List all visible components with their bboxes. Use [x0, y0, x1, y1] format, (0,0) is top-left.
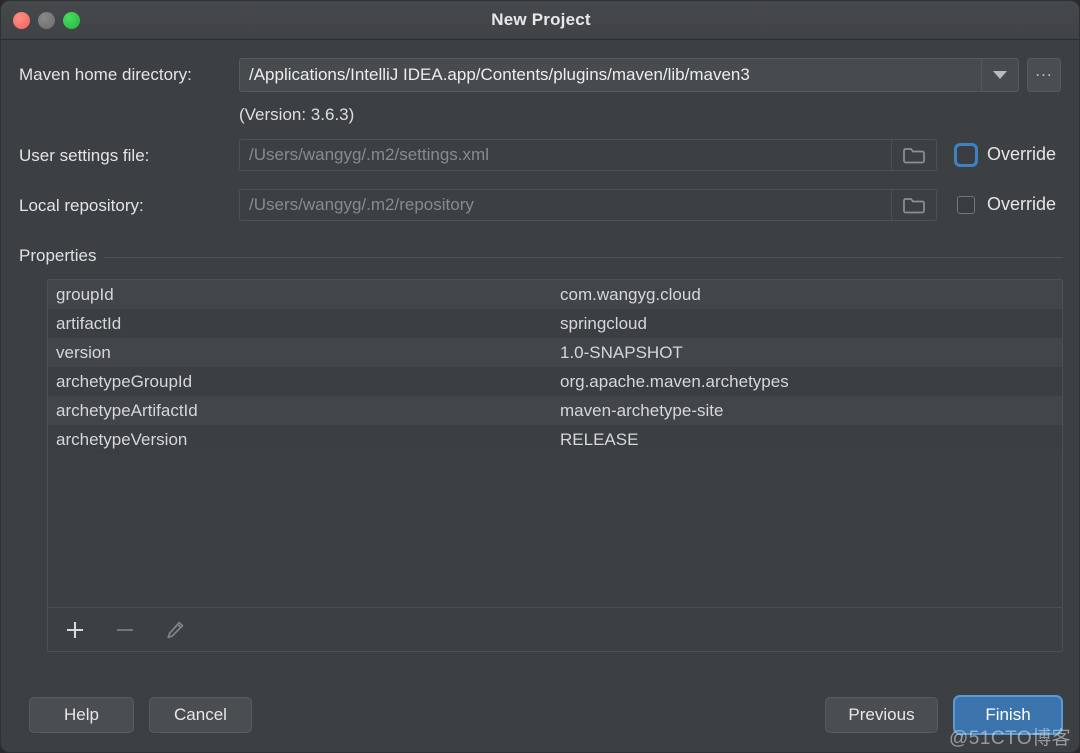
- plus-icon: [66, 621, 84, 638]
- previous-button[interactable]: Previous: [825, 697, 938, 733]
- local-repository-value: /Users/wangyg/.m2/repository: [249, 195, 474, 214]
- property-key: archetypeArtifactId: [56, 400, 198, 420]
- property-value: springcloud: [560, 313, 647, 333]
- new-project-dialog: New Project Maven home directory: /Appli…: [0, 0, 1080, 753]
- maven-home-dropdown-button[interactable]: [981, 59, 1018, 91]
- local-repository-label: Local repository:: [19, 196, 144, 215]
- properties-group-divider: [19, 257, 1063, 258]
- user-settings-value: /Users/wangyg/.m2/settings.xml: [249, 145, 489, 164]
- folder-icon: [903, 147, 925, 163]
- help-button[interactable]: Help: [29, 697, 134, 733]
- user-settings-label: User settings file:: [19, 146, 150, 165]
- user-settings-override-label: Override: [987, 144, 1057, 164]
- table-row[interactable]: artifactId springcloud: [48, 309, 1062, 338]
- property-value: 1.0-SNAPSHOT: [560, 342, 683, 362]
- property-key: groupId: [56, 284, 114, 304]
- dialog-title: New Project: [491, 10, 591, 29]
- minus-icon: [116, 628, 134, 631]
- property-value: RELEASE: [560, 429, 639, 449]
- table-row[interactable]: archetypeArtifactId maven-archetype-site: [48, 396, 1062, 425]
- remove-property-button[interactable]: [110, 615, 140, 645]
- local-repository-override-row[interactable]: Override: [957, 194, 1056, 215]
- maven-home-browse-button[interactable]: ...: [1027, 58, 1061, 92]
- property-key: version: [56, 342, 111, 362]
- property-value: com.wangyg.cloud: [560, 284, 701, 304]
- property-value: org.apache.maven.archetypes: [560, 371, 789, 391]
- user-settings-override-row[interactable]: Override: [956, 144, 1057, 165]
- local-repository-browse-button[interactable]: [891, 190, 936, 220]
- user-settings-override-checkbox[interactable]: [956, 144, 976, 165]
- add-property-button[interactable]: [60, 615, 90, 645]
- property-key: artifactId: [56, 313, 122, 333]
- maven-home-label: Maven home directory:: [19, 65, 192, 84]
- property-value: maven-archetype-site: [560, 400, 724, 420]
- pencil-icon: [167, 621, 184, 638]
- dialog-titlebar: New Project: [1, 1, 1079, 40]
- finish-button[interactable]: Finish: [955, 697, 1061, 733]
- ellipsis-icon: ...: [1035, 61, 1053, 80]
- user-settings-field[interactable]: /Users/wangyg/.m2/settings.xml: [239, 139, 937, 171]
- maven-version-note: (Version: 3.6.3): [239, 105, 355, 124]
- properties-group-title: Properties: [19, 246, 105, 266]
- property-key: archetypeGroupId: [56, 371, 193, 391]
- table-row[interactable]: groupId com.wangyg.cloud: [48, 280, 1062, 309]
- user-settings-browse-button[interactable]: [891, 140, 936, 170]
- maven-home-combobox[interactable]: /Applications/IntelliJ IDEA.app/Contents…: [239, 58, 1019, 92]
- table-row[interactable]: archetypeGroupId org.apache.maven.archet…: [48, 367, 1062, 396]
- cancel-button[interactable]: Cancel: [149, 697, 252, 733]
- properties-toolbar: [48, 607, 1062, 651]
- properties-panel: groupId com.wangyg.cloud artifactId spri…: [47, 279, 1063, 652]
- local-repository-override-label: Override: [987, 194, 1057, 214]
- property-key: archetypeVersion: [56, 429, 188, 449]
- maven-home-value: /Applications/IntelliJ IDEA.app/Contents…: [249, 65, 750, 84]
- table-row[interactable]: archetypeVersion RELEASE: [48, 425, 1062, 454]
- local-repository-field[interactable]: /Users/wangyg/.m2/repository: [239, 189, 937, 221]
- table-row[interactable]: version 1.0-SNAPSHOT: [48, 338, 1062, 367]
- folder-icon: [903, 197, 925, 213]
- chevron-down-icon: [993, 71, 1007, 79]
- edit-property-button[interactable]: [160, 615, 190, 645]
- local-repository-override-checkbox[interactable]: [957, 195, 975, 214]
- properties-table[interactable]: groupId com.wangyg.cloud artifactId spri…: [48, 280, 1062, 608]
